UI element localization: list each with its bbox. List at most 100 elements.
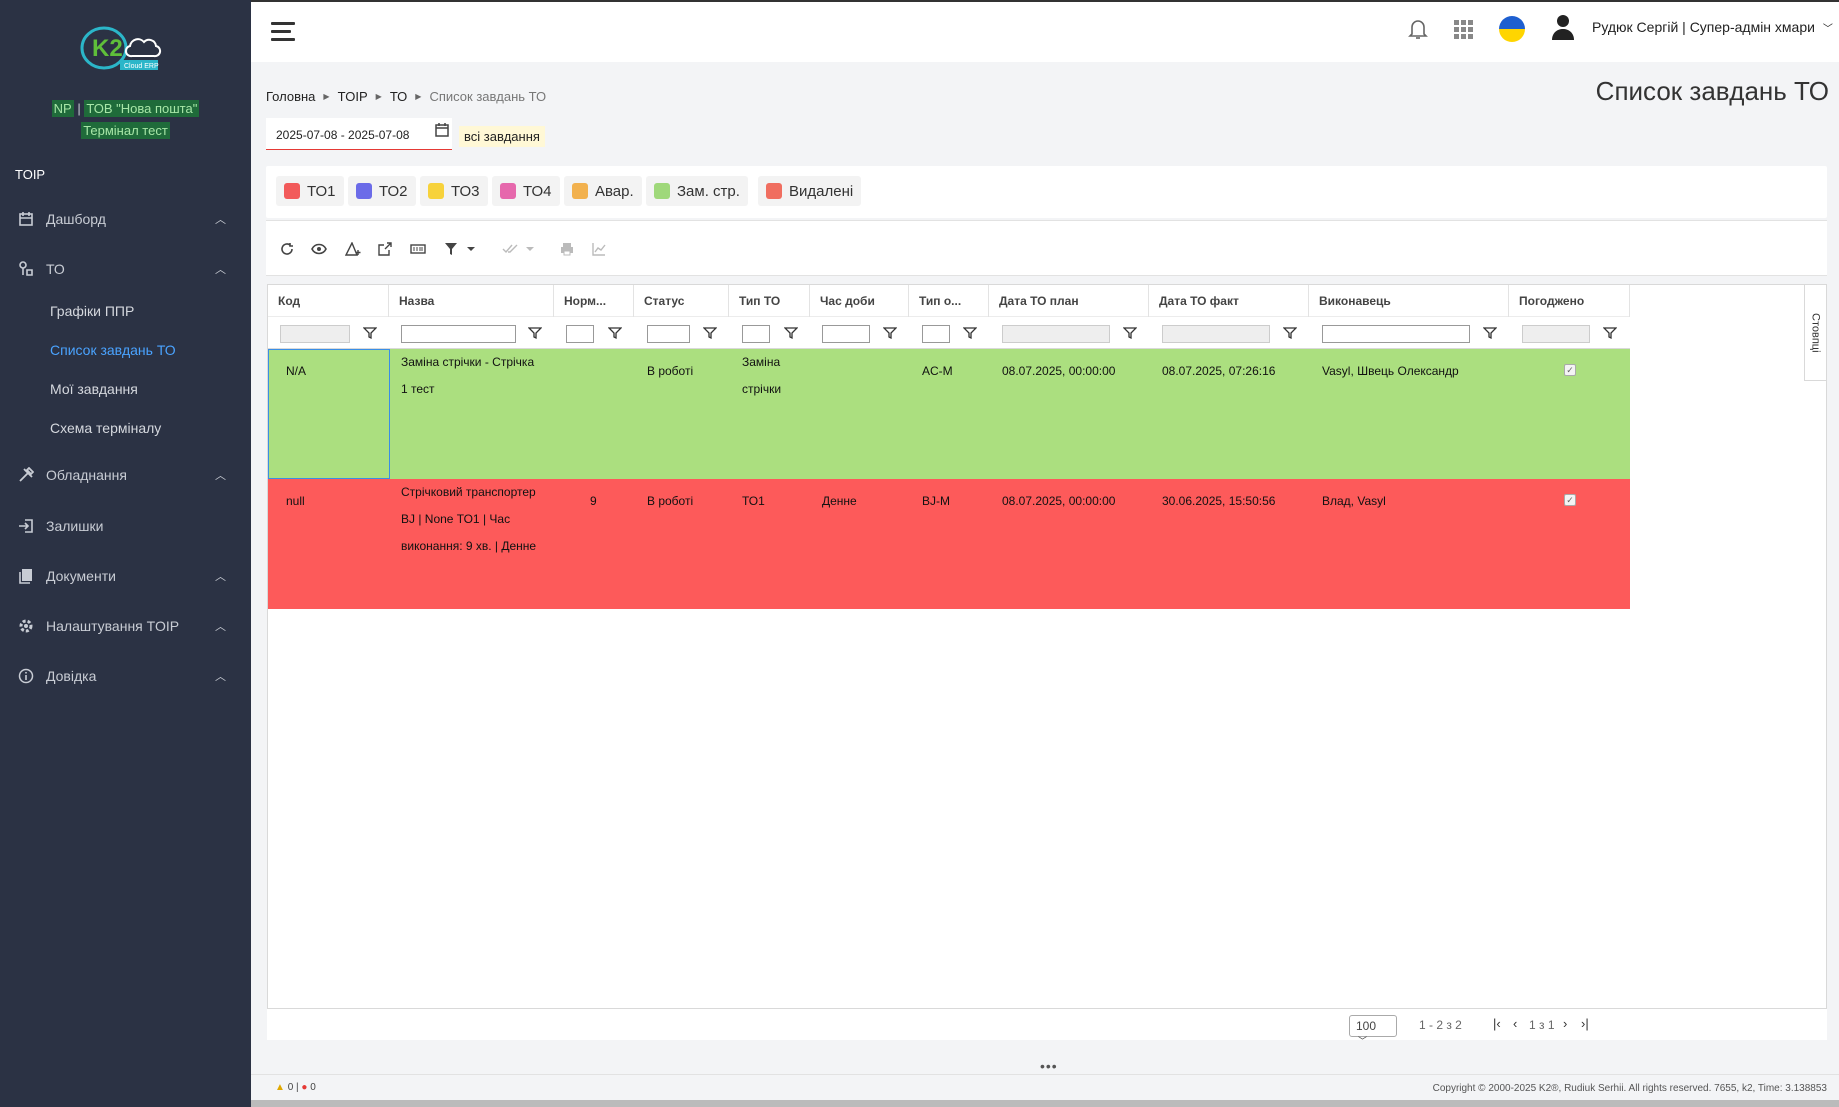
filter-input-approved[interactable] <box>1522 325 1590 343</box>
funnel-icon[interactable] <box>883 326 897 340</box>
legend-chip-to1[interactable]: ТО1 <box>276 176 344 206</box>
filter-input-status[interactable] <box>647 325 690 343</box>
sidebar-item-to[interactable]: ТО ︿ <box>0 254 251 284</box>
barcode-icon[interactable] <box>407 238 429 260</box>
sidebar-item-stock[interactable]: Залишки <box>0 511 251 541</box>
legend-chip-belt-replacement[interactable]: Зам. стр. <box>646 176 748 206</box>
chevron-down-icon: ﹀ <box>1358 1036 1368 1046</box>
filter-dropdown-icon[interactable] <box>460 238 482 260</box>
sidebar-item-toip-settings[interactable]: Налаштування TOIP ︿ <box>0 611 251 641</box>
last-page-icon[interactable]: ›| <box>1581 1016 1589 1031</box>
menu-toggle-icon[interactable] <box>271 22 295 42</box>
funnel-icon[interactable] <box>1123 326 1137 340</box>
chart-icon[interactable] <box>588 238 610 260</box>
sidebar-subitem-task-list[interactable]: Список завдань ТО <box>50 342 176 358</box>
legend-chip-emergency[interactable]: Авар. <box>564 176 642 206</box>
legend-chip-deleted[interactable]: Видалені <box>758 176 862 206</box>
breadcrumb-home[interactable]: Головна <box>266 89 315 104</box>
column-header-approved[interactable]: Погоджено <box>1509 285 1630 317</box>
funnel-icon[interactable] <box>363 326 377 340</box>
breadcrumb-to[interactable]: ТО <box>390 89 407 104</box>
cell-name: Стрічковий транспортер BJ | None ТО1 | Ч… <box>401 485 537 553</box>
filter-input-daytime[interactable] <box>822 325 870 343</box>
section-label: TOIP <box>15 167 46 182</box>
legend-chip-to3[interactable]: ТО3 <box>420 176 488 206</box>
sidebar-subitem-my-tasks[interactable]: Мої завдання <box>50 381 138 397</box>
approve-dropdown-icon[interactable] <box>519 238 541 260</box>
funnel-icon[interactable] <box>1283 326 1297 340</box>
column-header-fact-date[interactable]: Дата ТО факт <box>1149 285 1309 317</box>
sidebar-item-documents[interactable]: Документи ︿ <box>0 561 251 591</box>
sidebar-item-help[interactable]: Довідка ︿ <box>0 661 251 691</box>
filter-input-to-type[interactable] <box>742 325 770 343</box>
column-header-name[interactable]: Назва <box>389 285 554 317</box>
language-flag-icon[interactable] <box>1499 16 1525 42</box>
user-name: Рудюк Сергій | Супер-адмін хмари <box>1592 19 1815 35</box>
sidebar-item-label: Дашборд <box>46 211 106 227</box>
double-check-icon[interactable] <box>499 238 521 260</box>
column-header-equipment-type[interactable]: Тип о... <box>909 285 989 317</box>
breadcrumb-toip[interactable]: TOIP <box>338 89 368 104</box>
print-icon[interactable] <box>556 238 578 260</box>
filter-icon[interactable] <box>440 238 462 260</box>
column-header-executor[interactable]: Виконавець <box>1309 285 1509 317</box>
status-counters[interactable]: ▲ 0 | ● 0 <box>275 1082 316 1093</box>
column-header-to-type[interactable]: Тип ТО <box>729 285 810 317</box>
refresh-icon[interactable] <box>276 238 298 260</box>
column-header-status[interactable]: Статус <box>634 285 729 317</box>
eye-icon[interactable] <box>308 238 330 260</box>
sidebar-subitem-terminal-scheme[interactable]: Схема терміналу <box>50 420 161 436</box>
legend-chip-to2[interactable]: ТО2 <box>348 176 416 206</box>
breadcrumb: Головна ▶ TOIP ▶ ТО ▶ Список завдань ТО <box>266 89 546 104</box>
column-header-plan-date[interactable]: Дата ТО план <box>989 285 1149 317</box>
funnel-icon[interactable] <box>1483 326 1497 340</box>
org-code[interactable]: NP <box>51 100 74 117</box>
info-icon <box>18 668 34 684</box>
filter-input-executor[interactable] <box>1322 325 1470 343</box>
filter-input-fact-date[interactable] <box>1162 325 1270 343</box>
filter-input-plan-date[interactable] <box>1002 325 1110 343</box>
sidebar-subitem-ppr-schedules[interactable]: Графіки ППР <box>50 303 134 319</box>
legend-chip-to4[interactable]: ТО4 <box>492 176 560 206</box>
next-page-icon[interactable]: › <box>1563 1016 1567 1031</box>
apps-grid-icon[interactable] <box>1454 20 1474 43</box>
column-header-code[interactable]: Код <box>268 285 389 317</box>
sidebar-item-label: Залишки <box>46 518 104 534</box>
table-row[interactable]: N/A Заміна стрічки - Стрічка 1 тест В ро… <box>268 349 1630 479</box>
sidebar-item-dashboard[interactable]: Дашборд ︿ <box>0 204 251 234</box>
terminal-name[interactable]: Термінал тест <box>81 122 170 139</box>
column-header-norm[interactable]: Норм... <box>554 285 634 317</box>
filter-input-norm[interactable] <box>566 325 594 343</box>
filter-input-code[interactable] <box>280 325 350 343</box>
page-size-select[interactable]: 100 ﹀ <box>1349 1015 1397 1046</box>
date-range-input[interactable]: 2025-07-08 - 2025-07-08 <box>266 118 452 150</box>
funnel-icon[interactable] <box>784 326 798 340</box>
k2-logo[interactable]: K2 Cloud ERP <box>72 24 172 74</box>
prev-page-icon[interactable]: ‹ <box>1513 1016 1517 1031</box>
bell-icon[interactable] <box>1408 18 1428 43</box>
funnel-icon[interactable] <box>703 326 717 340</box>
column-header-daytime[interactable]: Час доби <box>810 285 909 317</box>
add-warning-icon[interactable] <box>342 238 364 260</box>
funnel-icon[interactable] <box>528 326 542 340</box>
user-menu[interactable]: Рудюк Сергій | Супер-адмін хмари ﹀ <box>1592 19 1833 35</box>
all-tasks-toggle[interactable]: всі завдання <box>459 126 545 147</box>
filter-input-equipment-type[interactable] <box>922 325 950 343</box>
legend-label: ТО4 <box>523 182 552 200</box>
funnel-icon[interactable] <box>608 326 622 340</box>
splitter-handle-icon[interactable]: ••• <box>1040 1058 1058 1074</box>
table-row[interactable]: null Стрічковий транспортер BJ | None ТО… <box>268 479 1630 609</box>
export-icon[interactable] <box>374 238 396 260</box>
cell-status: В роботі <box>647 494 694 508</box>
user-icon[interactable] <box>1551 14 1575 43</box>
calendar-icon[interactable] <box>434 122 450 141</box>
cell-norm: 9 <box>590 494 597 508</box>
sidebar-item-equipment[interactable]: Обладнання ︿ <box>0 460 251 490</box>
first-page-icon[interactable]: |‹ <box>1493 1016 1501 1031</box>
columns-panel-tab[interactable]: Стовпці <box>1804 285 1826 381</box>
funnel-icon[interactable] <box>1603 326 1617 340</box>
legend-swatch <box>766 183 782 199</box>
funnel-icon[interactable] <box>963 326 977 340</box>
filter-input-name[interactable] <box>401 325 516 343</box>
org-name[interactable]: ТОВ "Нова пошта" <box>84 100 200 117</box>
